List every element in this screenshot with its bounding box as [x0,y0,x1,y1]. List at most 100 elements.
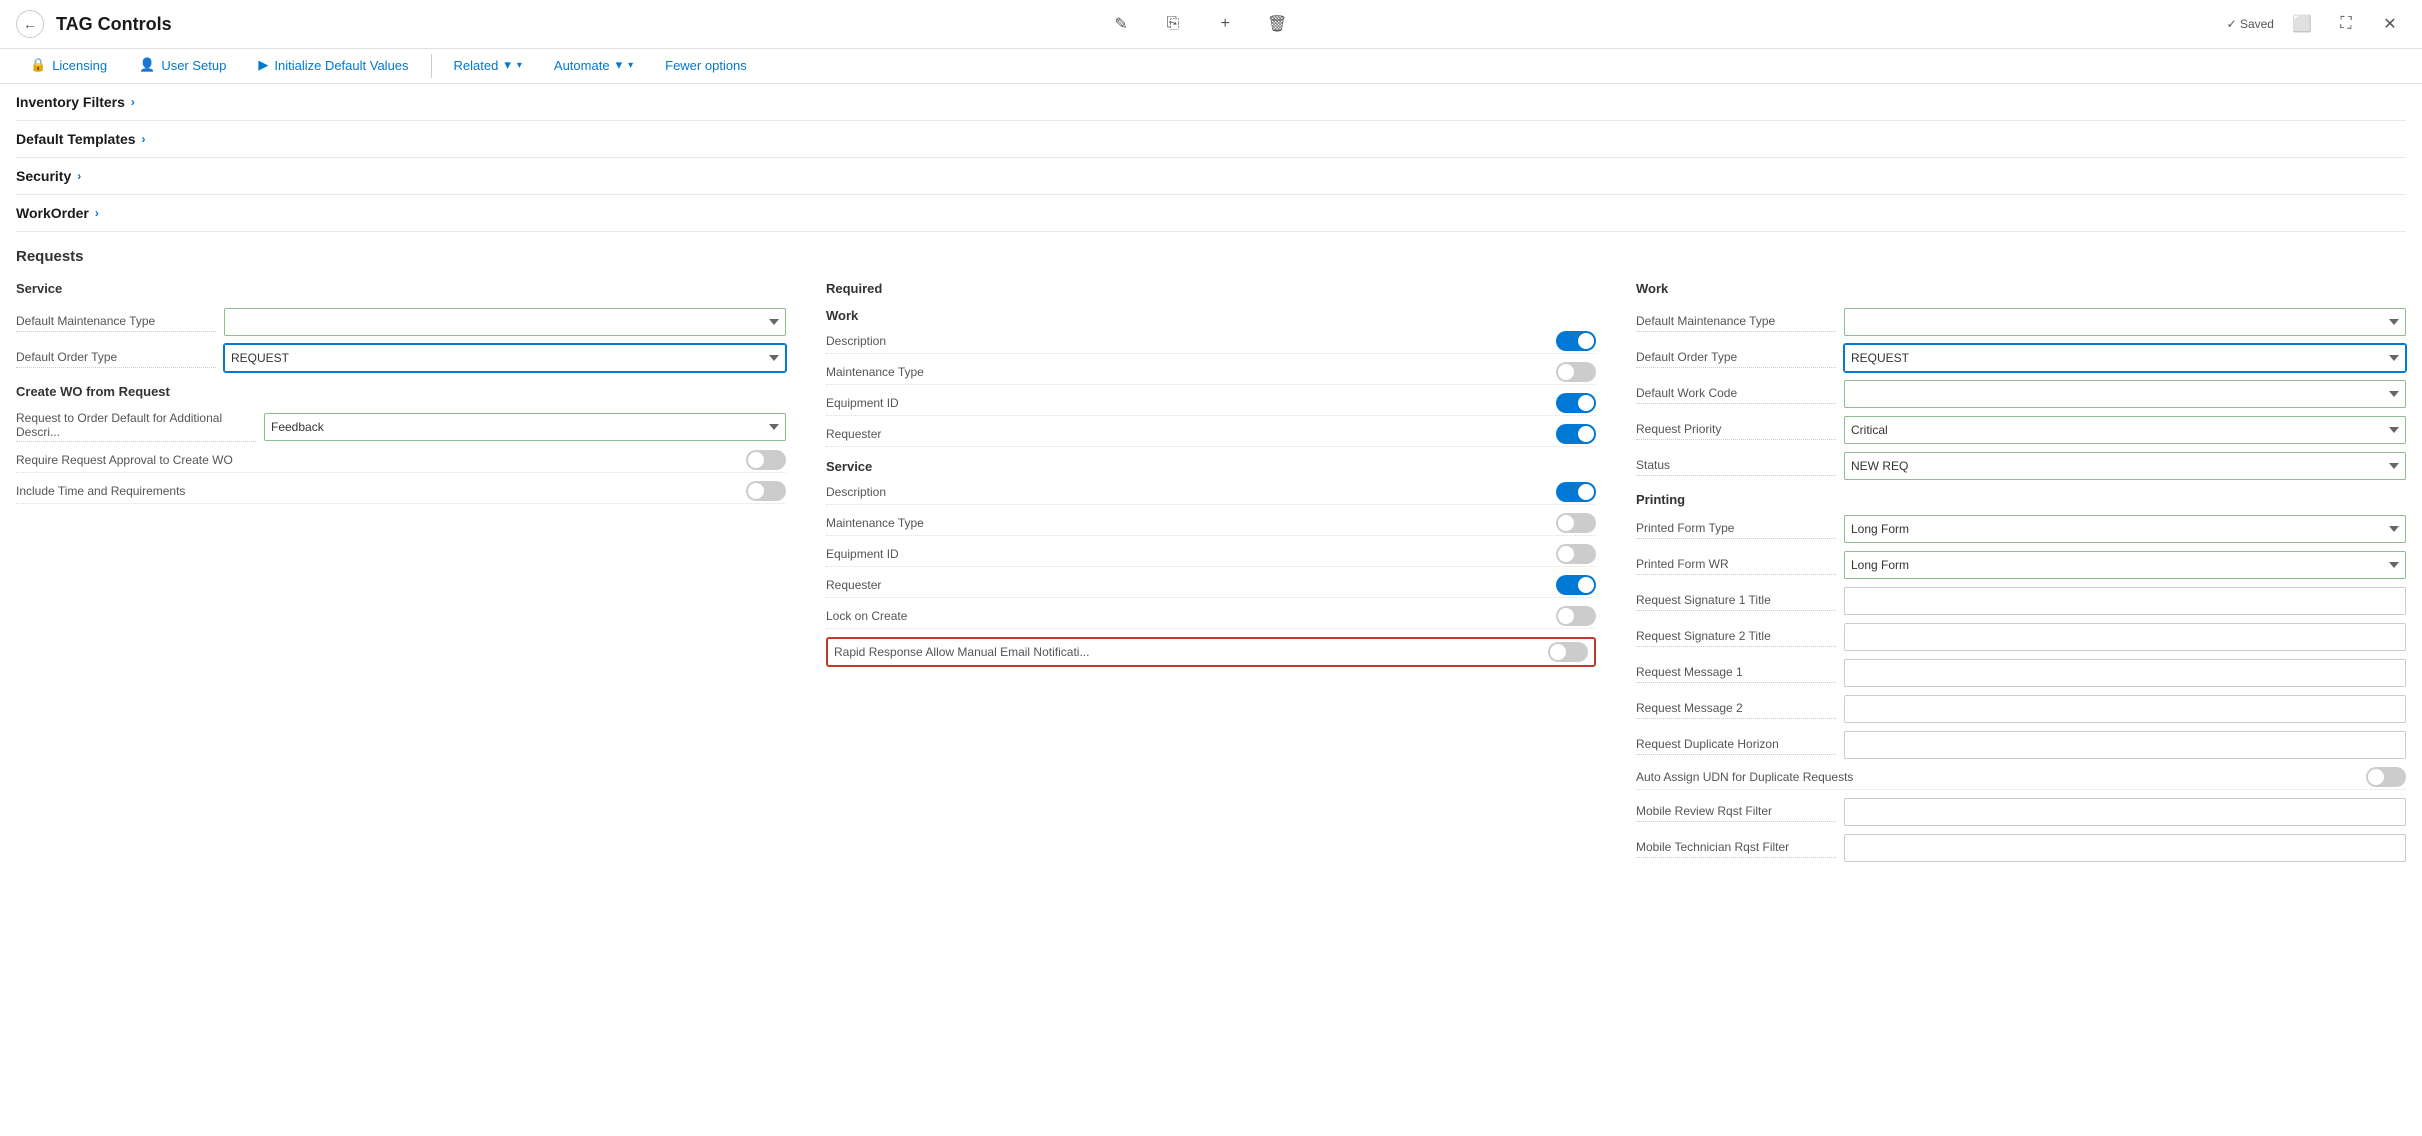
tab-licensing-label: Licensing [52,58,107,73]
tab-automate-label: Automate [554,58,610,73]
msg2-control[interactable] [1844,695,2406,723]
tab-init-defaults[interactable]: ▶ Initialize Default Values [244,49,422,83]
security-section[interactable]: Security › [16,158,2406,195]
default-templates-section[interactable]: Default Templates › [16,121,2406,158]
dup-horizon-input[interactable] [1844,731,2406,759]
workorder-label: WorkOrder [16,205,89,221]
share-button[interactable]: ⎘ [1157,8,1189,40]
include-time-toggle[interactable] [746,481,786,501]
printed-form-type-control[interactable]: Long Form [1844,515,2406,543]
require-approval-label: Require Request Approval to Create WO [16,453,746,467]
play-icon: ▶ [258,57,268,73]
include-time-label: Include Time and Requirements [16,484,746,498]
tab-fewer-options[interactable]: Fewer options [651,50,761,83]
request-priority-select[interactable]: Critical [1844,416,2406,444]
close-button[interactable]: ✕ [2374,8,2406,40]
msg1-control[interactable] [1844,659,2406,687]
svc-maintenance-type-toggle[interactable] [1556,513,1596,533]
default-order-type-select[interactable]: REQUEST [224,344,786,372]
default-order-type-row: Default Order Type REQUEST [16,344,786,372]
work-default-maintenance-type-control[interactable] [1844,308,2406,336]
req-equipment-id-row: Equipment ID [826,393,1596,416]
tab-init-defaults-label: Initialize Default Values [274,58,408,73]
svc-equipment-id-toggle[interactable] [1556,544,1596,564]
printed-form-type-select[interactable]: Long Form [1844,515,2406,543]
add-button[interactable]: + [1209,8,1241,40]
svc-requester-toggle[interactable] [1556,575,1596,595]
sig1-title-control[interactable] [1844,587,2406,615]
inventory-filters-section[interactable]: Inventory Filters › [16,84,2406,121]
req-maintenance-type-label: Maintenance Type [826,365,1556,379]
lock-on-create-toggle[interactable] [1556,606,1596,626]
rapid-response-toggle[interactable] [1548,642,1588,662]
status-control[interactable]: NEW REQ [1844,452,2406,480]
back-icon: ← [23,16,37,32]
rapid-response-row: Rapid Response Allow Manual Email Notifi… [826,637,1596,667]
dup-horizon-control[interactable] [1844,731,2406,759]
tab-user-setup[interactable]: 👤 User Setup [125,49,240,83]
sig1-title-row: Request Signature 1 Title [1636,587,2406,615]
sig2-title-control[interactable] [1844,623,2406,651]
tab-automate[interactable]: Automate ▾ [540,49,647,83]
req-maintenance-type-toggle[interactable] [1556,362,1596,382]
default-templates-label: Default Templates [16,131,136,147]
window-mode-button[interactable]: ⬜ [2286,8,2318,40]
printed-form-type-label: Printed Form Type [1636,519,1836,539]
required-service-subtitle: Service [826,459,1596,474]
requests-title: Requests [16,248,2406,265]
svc-description-toggle[interactable] [1556,482,1596,502]
create-wo-label: Create WO from Request [16,384,786,399]
require-approval-toggle[interactable] [746,450,786,470]
workorder-section[interactable]: WorkOrder › [16,195,2406,232]
maximize-button[interactable]: ⛶ [2330,8,2362,40]
default-maintenance-type-control[interactable] [224,308,786,336]
request-to-order-control[interactable]: Feedback [264,413,786,441]
mobile-tech-control[interactable] [1844,834,2406,862]
tab-fewer-options-label: Fewer options [665,58,747,73]
mobile-review-control[interactable] [1844,798,2406,826]
printed-form-wr-control[interactable]: Long Form [1844,551,2406,579]
request-to-order-select[interactable]: Feedback [264,413,786,441]
msg2-input[interactable] [1844,695,2406,723]
tab-related[interactable]: Related ▾ [440,49,536,83]
mobile-review-input[interactable] [1844,798,2406,826]
printed-form-type-row: Printed Form Type Long Form [1636,515,2406,543]
workorder-chevron: › [95,206,99,220]
work-column: Work Default Maintenance Type Default Or… [1636,281,2406,870]
edit-button[interactable]: ✎ [1105,8,1137,40]
tab-user-setup-label: User Setup [161,58,226,73]
req-description-toggle[interactable] [1556,331,1596,351]
rapid-response-label: Rapid Response Allow Manual Email Notifi… [834,645,1548,659]
printed-form-wr-select[interactable]: Long Form [1844,551,2406,579]
default-maintenance-type-select[interactable] [224,308,786,336]
msg1-input[interactable] [1844,659,2406,687]
lock-on-create-label: Lock on Create [826,609,1556,623]
mobile-tech-input[interactable] [1844,834,2406,862]
status-select[interactable]: NEW REQ [1844,452,2406,480]
delete-button[interactable]: 🗑 [1261,8,1293,40]
work-default-work-code-control[interactable] [1844,380,2406,408]
back-button[interactable]: ← [16,10,44,38]
nav-tabs: 🔒 Licensing 👤 User Setup ▶ Initialize De… [0,49,2422,84]
inventory-filters-chevron: › [131,95,135,109]
work-default-order-type-select[interactable]: REQUEST [1844,344,2406,372]
work-default-maintenance-type-select[interactable] [1844,308,2406,336]
req-requester-toggle[interactable] [1556,424,1596,444]
req-requester-row: Requester [826,424,1596,447]
require-approval-row: Require Request Approval to Create WO [16,450,786,473]
work-default-order-type-control[interactable]: REQUEST [1844,344,2406,372]
three-column-layout: Service Default Maintenance Type Default… [16,281,2406,870]
default-order-type-control[interactable]: REQUEST [224,344,786,372]
request-priority-control[interactable]: Critical [1844,416,2406,444]
auto-assign-toggle[interactable] [2366,767,2406,787]
work-default-work-code-label: Default Work Code [1636,384,1836,404]
req-equipment-id-toggle[interactable] [1556,393,1596,413]
work-default-work-code-select[interactable] [1844,380,2406,408]
share-icon: ⎘ [1167,15,1180,33]
tab-licensing[interactable]: 🔒 Licensing [16,49,121,83]
sig2-title-input[interactable] [1844,623,2406,651]
default-templates-chevron: › [142,132,146,146]
required-column: Required Work Description Maintenance Ty… [826,281,1596,870]
svc-maintenance-type-label: Maintenance Type [826,516,1556,530]
sig1-title-input[interactable] [1844,587,2406,615]
